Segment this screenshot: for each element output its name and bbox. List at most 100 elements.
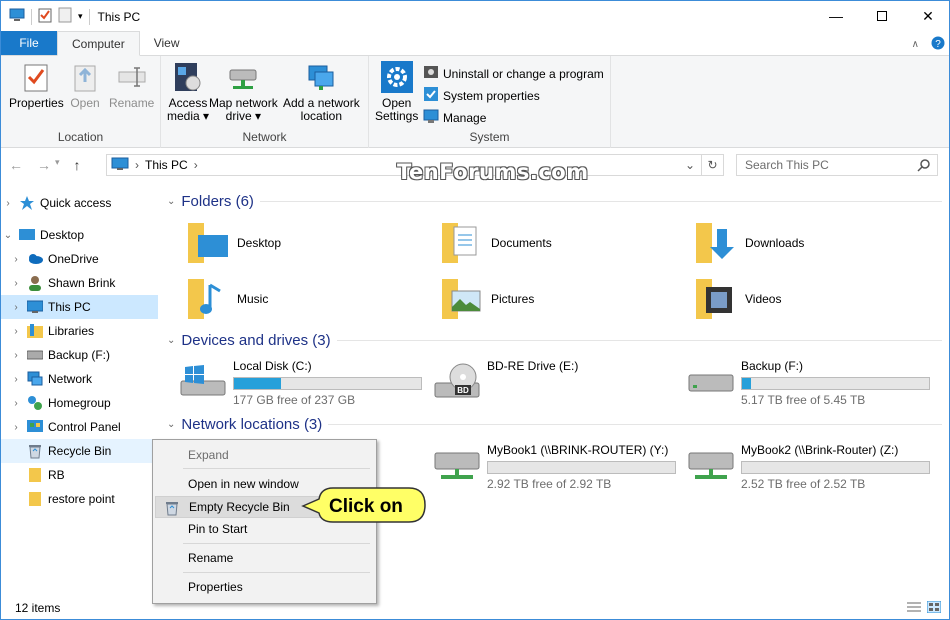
recycle-bin-icon [165,500,179,519]
address-separator-icon[interactable]: › [194,158,198,172]
new-folder-icon[interactable] [58,7,72,26]
callout-text: Click on [329,496,403,517]
network-location-icon [305,60,337,94]
maximize-button[interactable] [859,1,905,31]
tab-view[interactable]: View [140,31,194,55]
sidebar-item-this-pc[interactable]: › This PC [1,295,158,319]
search-icon [917,158,931,175]
ribbon: Properties Open Rename Location Access m… [1,56,949,148]
section-folders[interactable]: ⌄ Folders (6) [167,193,942,210]
properties-button[interactable]: Properties [9,60,64,110]
access-media-button[interactable]: Access media ▾ [167,60,209,123]
network-drive-icon [227,60,259,94]
chevron-down-icon[interactable]: ⌄ [685,158,695,172]
folder-tile-pictures[interactable]: Pictures [437,275,534,323]
chevron-up-icon[interactable]: ∧ [912,39,919,50]
properties-icon[interactable] [38,7,52,26]
sidebar-item-backup[interactable]: › Backup (F:) [1,343,158,367]
chevron-right-icon[interactable]: › [9,350,23,361]
sidebar-item-homegroup[interactable]: › Homegroup [1,391,158,415]
divider [31,8,32,25]
explorer-window: ▾ This PC — ✕ File Computer View ∧ ? Pro… [0,0,950,620]
large-icons-view-icon[interactable] [926,600,942,616]
menu-item-expand[interactable]: Expand [155,444,374,466]
menu-item-rename[interactable]: Rename [155,547,374,569]
sidebar-item-desktop[interactable]: ⌄ Desktop [1,223,158,247]
pictures-folder-icon [437,275,485,323]
chevron-down-icon[interactable]: ▾ [78,11,83,22]
chevron-down-icon[interactable]: ⌄ [167,196,175,207]
folder-tile-videos[interactable]: Videos [691,275,781,323]
usage-bar [741,461,930,474]
folder-tile-music[interactable]: Music [183,275,268,323]
sidebar-item-quick-access[interactable]: › Quick access [1,191,158,215]
chevron-right-icon[interactable]: › [9,254,23,265]
section-devices-and-drives[interactable]: ⌄ Devices and drives (3) [167,332,942,349]
up-arrow-icon[interactable]: ↑ [74,157,81,173]
window-title: This PC [97,9,141,24]
manage-button[interactable]: Manage [423,108,486,127]
rename-button[interactable]: Rename [109,60,154,110]
minimize-button[interactable]: — [813,1,859,31]
uninstall-program-button[interactable]: Uninstall or change a program [423,64,604,83]
open-settings-button[interactable]: Open Settings [375,60,418,123]
computer-manage-icon [423,108,439,127]
sidebar-item-libraries[interactable]: › Libraries [1,319,158,343]
add-network-location-button[interactable]: Add a network location [283,60,360,123]
forward-arrow-icon[interactable]: → [37,157,51,173]
usage-bar [741,377,930,390]
recent-chevron-icon[interactable]: ▾ [55,157,60,173]
videos-folder-icon [691,275,739,323]
menu-item-properties[interactable]: Properties [155,576,374,598]
bd-drive-icon: BD [433,361,481,401]
sidebar-item-control-panel[interactable]: › Control Panel [1,415,158,439]
chevron-right-icon[interactable]: › [9,422,23,433]
chevron-right-icon[interactable]: › [9,398,23,409]
chevron-right-icon[interactable]: › [9,278,23,289]
group-label-location: Location [57,130,104,144]
control-panel-icon [27,419,43,435]
section-network-locations[interactable]: ⌄ Network locations (3) [167,416,942,433]
details-view-icon[interactable] [907,601,921,616]
back-arrow-icon[interactable]: ← [9,157,23,173]
help-icon[interactable]: ? [931,36,945,53]
chevron-right-icon[interactable]: › [1,198,15,209]
folder-tile-documents[interactable]: Documents [437,219,552,267]
sidebar-item-recycle-bin[interactable]: Recycle Bin [1,439,158,463]
open-icon [69,60,101,94]
search-input[interactable]: Search This PC [736,154,938,176]
svg-text:BD: BD [457,386,469,395]
system-properties-button[interactable]: System properties [423,86,540,105]
music-folder-icon [183,275,231,323]
tab-file[interactable]: File [1,31,57,55]
network-drive-tile-z[interactable]: MyBook2 (\\Brink-Router) (Z:) 2.52 TB fr… [687,443,930,491]
chevron-down-icon[interactable]: ⌄ [167,419,175,430]
sidebar-item-onedrive[interactable]: › OneDrive [1,247,158,271]
address-separator-icon[interactable]: › [135,158,139,172]
drive-tile-e[interactable]: BD BD-RE Drive (E:) [433,359,578,401]
usage-bar [487,461,676,474]
folder-tile-downloads[interactable]: Downloads [691,219,804,267]
star-icon [19,195,35,211]
drive-tile-f[interactable]: Backup (F:) 5.17 TB free of 5.45 TB [687,359,930,407]
map-network-drive-button[interactable]: Map network drive ▾ [209,60,278,123]
chevron-down-icon[interactable]: ⌄ [1,230,15,241]
network-drive-tile-y[interactable]: MyBook1 (\\BRINK-ROUTER) (Y:) 2.92 TB fr… [433,443,676,491]
tab-computer[interactable]: Computer [57,31,140,56]
breadcrumb-this-pc[interactable]: This PC [145,158,188,172]
folder-tile-desktop[interactable]: Desktop [183,219,281,267]
chevron-down-icon[interactable]: ⌄ [167,335,175,346]
close-button[interactable]: ✕ [905,1,949,31]
open-button[interactable]: Open [69,60,101,110]
refresh-button[interactable]: ↻ [702,154,724,176]
sidebar-item-shawn-brink[interactable]: › Shawn Brink [1,271,158,295]
view-switcher [907,600,942,616]
drive-tile-c[interactable]: Local Disk (C:) 177 GB free of 237 GB [179,359,422,407]
chevron-right-icon[interactable]: › [9,302,23,313]
sidebar-item-network[interactable]: › Network [1,367,158,391]
chevron-right-icon[interactable]: › [9,326,23,337]
chevron-right-icon[interactable]: › [9,374,23,385]
group-label-system: System [469,130,510,144]
sidebar-item-rb[interactable]: RB [1,463,158,487]
sidebar-item-restore-point[interactable]: restore point [1,487,158,511]
